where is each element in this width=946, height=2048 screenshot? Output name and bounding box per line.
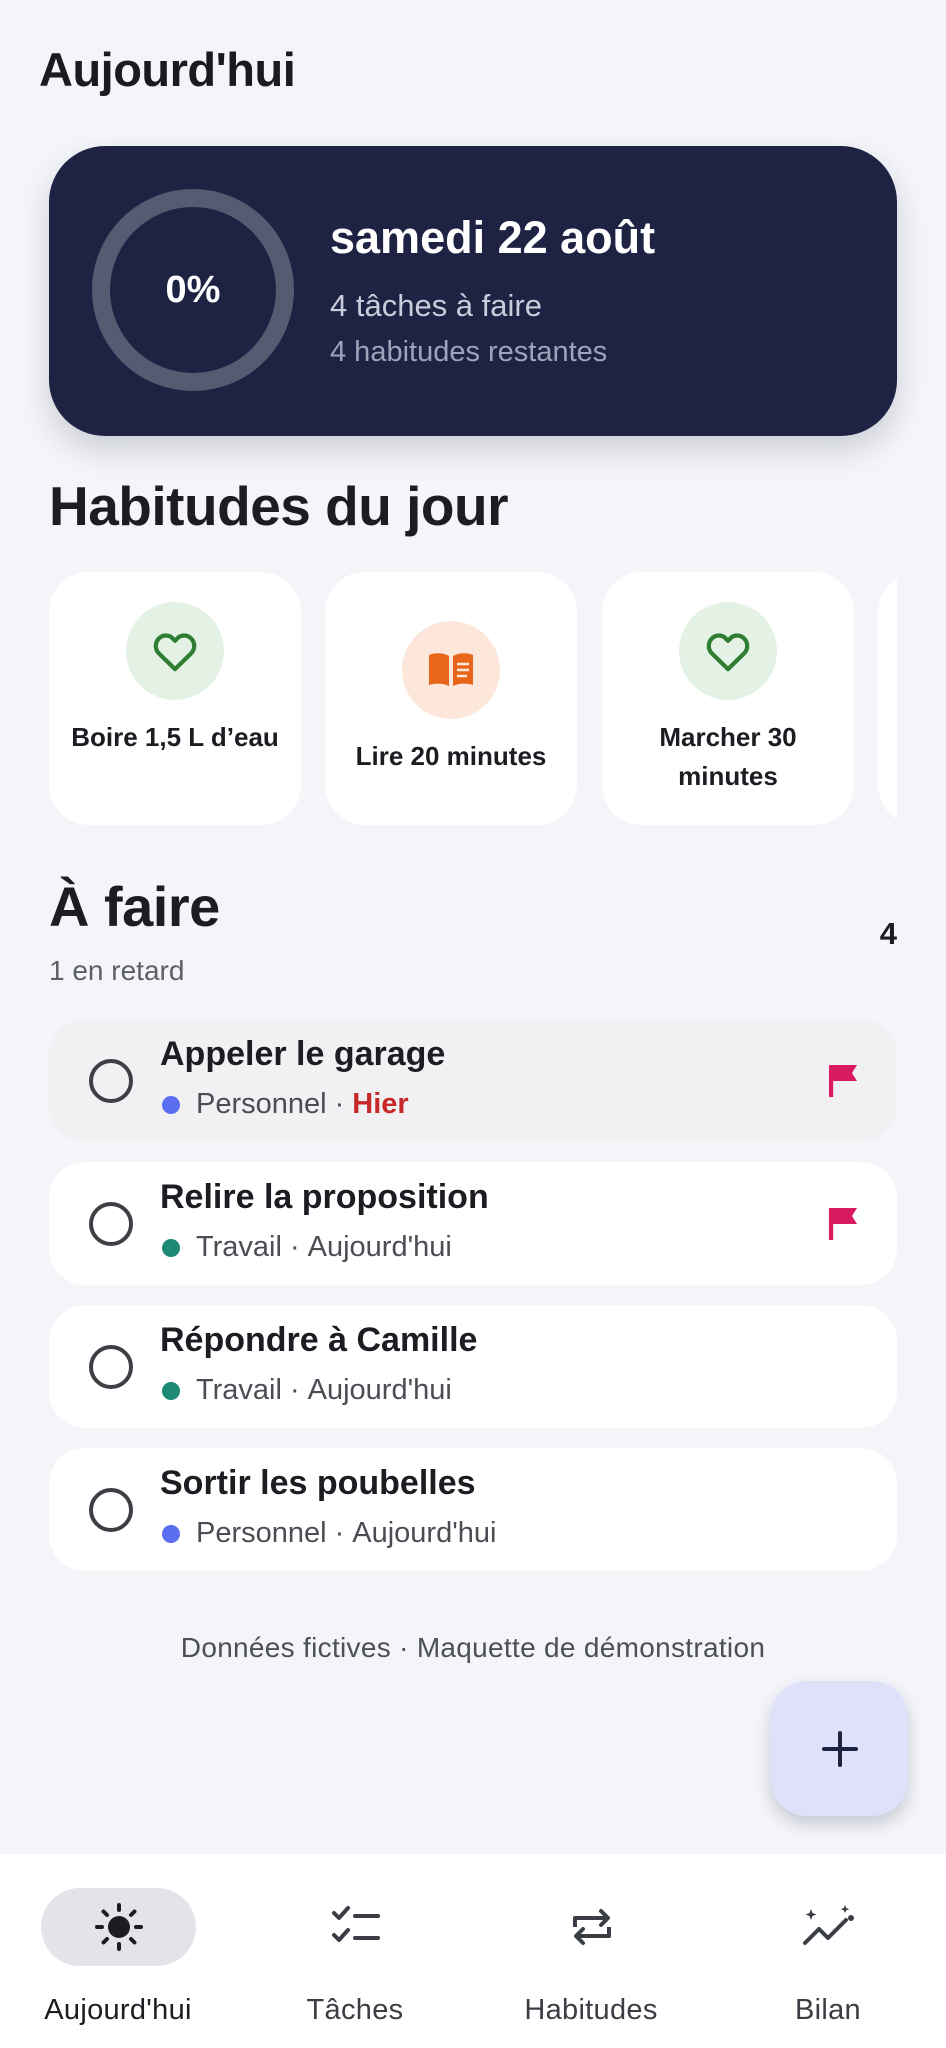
task-due-date: Aujourd'hui xyxy=(307,1231,452,1263)
page-title: Aujourd'hui xyxy=(39,43,296,96)
summary-date: samedi 22 août xyxy=(330,212,656,263)
nav-item-habits[interactable]: Habitudes xyxy=(473,1854,709,2048)
habit-card[interactable]: Marcher 30 minutes xyxy=(602,572,854,825)
task-title: Sortir les poubelles xyxy=(160,1464,476,1502)
task-category: Travail xyxy=(196,1374,282,1406)
task-checkbox[interactable] xyxy=(89,1059,133,1103)
nav-icon-wrap xyxy=(514,1888,669,1966)
task-checkbox[interactable] xyxy=(89,1345,133,1389)
plus-icon xyxy=(821,1730,858,1767)
habit-label: Marcher 30 minutes xyxy=(659,722,797,791)
task-category: Personnel xyxy=(196,1517,327,1549)
repeat-icon xyxy=(572,1909,611,1945)
nav-active-indicator xyxy=(41,1888,196,1966)
meta-separator: · xyxy=(289,1231,300,1263)
summary-habits-remaining: 4 habitudes restantes xyxy=(330,336,608,368)
heart-icon xyxy=(679,602,777,700)
nav-item-tasks[interactable]: Tâches xyxy=(237,1854,473,2048)
category-dot xyxy=(162,1381,180,1400)
habit-card[interactable]: Lire 20 minutes xyxy=(325,572,577,825)
task-title: Appeler le garage xyxy=(160,1035,446,1073)
book-icon xyxy=(402,621,500,719)
stats-icon xyxy=(802,1905,854,1945)
habits-section-title: Habitudes du jour xyxy=(49,475,509,537)
nav-item-today[interactable]: Aujourd'hui xyxy=(0,1854,236,2048)
task-due-date: Aujourd'hui xyxy=(352,1517,497,1549)
task-item[interactable]: Répondre à Camille Travail · Aujourd'hui xyxy=(49,1305,897,1428)
nav-icon-wrap xyxy=(751,1888,906,1966)
task-checkbox[interactable] xyxy=(89,1488,133,1532)
task-item[interactable]: Relire la proposition Travail · Aujourd'… xyxy=(49,1162,897,1285)
task-item[interactable]: Sortir les poubelles Personnel · Aujourd… xyxy=(49,1448,897,1571)
category-dot xyxy=(162,1095,180,1114)
task-meta: Travail · Aujourd'hui xyxy=(160,1231,452,1264)
habit-label: Lire 20 minutes xyxy=(355,741,547,771)
nav-label: Tâches xyxy=(306,1994,404,2026)
flag-icon[interactable] xyxy=(829,1206,859,1240)
today-screen: Aujourd'hui 0% samedi 22 août 4 tâches à… xyxy=(0,0,946,2048)
meta-separator: · xyxy=(334,1088,345,1120)
task-meta: Personnel · Aujourd'hui xyxy=(160,1517,496,1550)
nav-item-review[interactable]: Bilan xyxy=(710,1854,946,2048)
nav-label: Habitudes xyxy=(524,1994,658,2026)
todo-count: 4 xyxy=(879,916,897,951)
day-summary-card: 0% samedi 22 août 4 tâches à faire 4 hab… xyxy=(49,146,897,436)
demo-footnote: Données fictives · Maquette de démonstra… xyxy=(180,1632,766,1663)
todo-late-summary: 1 en retard xyxy=(49,955,185,986)
category-dot xyxy=(162,1238,180,1257)
task-title: Répondre à Camille xyxy=(160,1321,478,1359)
habit-label: Boire 1,5 L d’eau xyxy=(71,722,279,752)
sun-icon xyxy=(94,1903,143,1951)
task-due-date: Aujourd'hui xyxy=(307,1374,452,1406)
task-meta: Travail · Aujourd'hui xyxy=(160,1374,452,1407)
task-category: Personnel xyxy=(196,1088,327,1120)
meta-separator: · xyxy=(334,1517,345,1549)
progress-percent: 0% xyxy=(165,268,221,311)
nav-icon-wrap xyxy=(278,1888,433,1966)
summary-tasks-count: 4 tâches à faire xyxy=(330,288,542,323)
task-category: Travail xyxy=(196,1231,282,1263)
flag-icon[interactable] xyxy=(829,1063,859,1097)
category-dot xyxy=(162,1524,180,1543)
checklist-icon xyxy=(331,1906,380,1942)
meta-separator: · xyxy=(289,1374,300,1406)
add-task-button[interactable] xyxy=(771,1681,908,1816)
task-checkbox[interactable] xyxy=(89,1202,133,1246)
task-meta: Personnel · Hier xyxy=(160,1088,409,1121)
nav-label: Aujourd'hui xyxy=(44,1994,192,2026)
task-item[interactable]: Appeler le garage Personnel · Hier xyxy=(49,1019,897,1142)
nav-label: Bilan xyxy=(795,1994,861,2026)
habits-carousel[interactable]: Boire 1,5 L d’eau Lire 20 minutes Marche… xyxy=(49,572,897,825)
todo-section-title: À faire xyxy=(49,875,220,938)
task-due-date: Hier xyxy=(352,1088,409,1120)
heart-icon xyxy=(126,602,224,700)
task-title: Relire la proposition xyxy=(160,1178,489,1216)
habit-card-partial[interactable] xyxy=(878,572,897,825)
habit-card[interactable]: Boire 1,5 L d’eau xyxy=(49,572,301,825)
bottom-navigation: Aujourd'hui Tâches Habitudes Bilan xyxy=(0,1854,946,2048)
